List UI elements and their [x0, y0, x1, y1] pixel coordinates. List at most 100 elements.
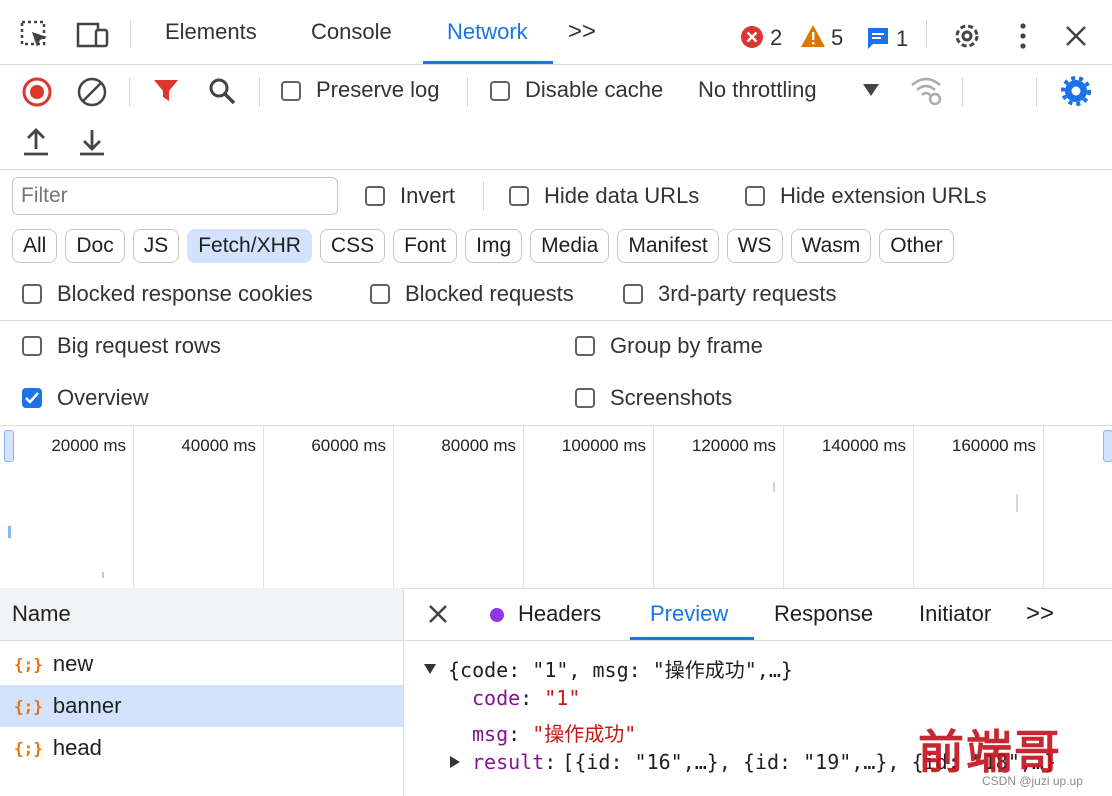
import-har-icon[interactable] [22, 127, 50, 157]
inspect-element-icon[interactable] [20, 20, 50, 50]
big-request-rows-checkbox[interactable] [22, 336, 42, 356]
hide-extension-urls-checkbox[interactable] [745, 186, 765, 206]
preview-summary[interactable]: {code: "1", msg: "操作成功",…} [448, 654, 793, 683]
expand-triangle-icon[interactable] [448, 755, 462, 769]
more-tabs-button[interactable]: >> [568, 0, 596, 64]
request-name: banner [52, 693, 122, 718]
tab-network[interactable]: Network [447, 0, 528, 64]
clear-icon[interactable] [77, 77, 107, 107]
tab-elements[interactable]: Elements [165, 0, 257, 64]
timeline-request-bar [773, 482, 775, 492]
request-name: head [52, 735, 102, 760]
request-row[interactable]: {;} banner [0, 685, 403, 727]
tab-response[interactable]: Response [774, 601, 873, 627]
devtools-tabbar: Elements Console Network >> 2 5 1 [0, 0, 1112, 65]
invert-checkbox[interactable] [365, 186, 385, 206]
timeline-gridline [523, 426, 524, 588]
message-count[interactable]: 1 [896, 26, 908, 52]
network-toolbar: Preserve log Disable cache No throttling [0, 65, 1112, 170]
filter-funnel-icon[interactable] [152, 77, 180, 105]
screenshots-checkbox[interactable] [575, 388, 595, 408]
checkmark-icon [25, 392, 39, 404]
network-settings-gear-icon[interactable] [1060, 75, 1092, 107]
name-column-header[interactable]: Name [0, 601, 71, 627]
settings-gear-icon[interactable] [951, 20, 983, 52]
type-filter-wasm[interactable]: Wasm [790, 229, 872, 263]
disable-cache-label: Disable cache [525, 77, 664, 102]
request-row[interactable]: {;} head [0, 727, 403, 769]
collapse-triangle-icon[interactable] [420, 663, 440, 675]
throttling-select[interactable]: No throttling [698, 77, 817, 103]
blocked-cookies-checkbox[interactable] [22, 284, 42, 304]
error-count[interactable]: 2 [770, 25, 782, 51]
close-devtools-icon[interactable] [1064, 24, 1088, 48]
code-value: "1" [544, 686, 581, 710]
resource-type-filters: All Doc JS Fetch/XHR CSS Font Img Media Manifest… [12, 229, 954, 263]
overview-label: Overview [57, 385, 149, 410]
detail-tabbar: Headers Preview Response Initiator >> [404, 588, 1112, 641]
type-filter-ws[interactable]: WS [726, 229, 783, 263]
tab-initiator[interactable]: Initiator [919, 601, 991, 627]
timeline-tick-label: 160000 ms [951, 436, 1036, 455]
timeline-overview[interactable]: 20000 ms 40000 ms 60000 ms 80000 ms 100000 m… [0, 425, 1112, 589]
network-conditions-icon[interactable] [910, 76, 944, 106]
tab-console[interactable]: Console [311, 0, 392, 64]
overview-checkbox[interactable] [22, 388, 42, 408]
blocked-requests-checkbox[interactable] [370, 284, 390, 304]
type-filter-js[interactable]: JS [132, 229, 180, 263]
tab-headers[interactable]: Headers [518, 601, 601, 627]
screenshots-label: Screenshots [610, 385, 733, 410]
timeline-tick-label: 100000 ms [561, 436, 646, 455]
type-filter-font[interactable]: Font [393, 229, 458, 263]
request-row[interactable]: {;} new [0, 643, 403, 685]
more-detail-tabs-button[interactable]: >> [1026, 600, 1054, 628]
message-icon [866, 26, 890, 50]
more-options-icon[interactable] [1016, 22, 1030, 50]
msg-key: msg [472, 722, 509, 746]
type-filter-manifest[interactable]: Manifest [617, 229, 719, 263]
preserve-log-checkbox[interactable] [281, 81, 301, 101]
big-request-rows-label: Big request rows [57, 333, 221, 358]
fetch-xhr-icon: {;} [14, 654, 43, 674]
group-by-frame-checkbox[interactable] [575, 336, 595, 356]
request-name: new [52, 651, 94, 676]
headers-dot-icon [490, 608, 504, 622]
type-filter-all[interactable]: All [12, 229, 58, 263]
type-filter-fetch-xhr[interactable]: Fetch/XHR [187, 229, 312, 263]
type-filter-doc[interactable]: Doc [65, 229, 125, 263]
timeline-gridline [1043, 426, 1044, 588]
record-stop-icon[interactable] [22, 77, 52, 107]
type-filter-other[interactable]: Other [879, 229, 954, 263]
type-filter-media[interactable]: Media [530, 229, 610, 263]
tab-preview[interactable]: Preview [650, 601, 728, 627]
blocked-requests-label: Blocked requests [405, 281, 574, 306]
timeline-tick-label: 60000 ms [311, 436, 386, 455]
type-filter-img[interactable]: Img [465, 229, 523, 263]
timeline-tick-label: 140000 ms [821, 436, 906, 455]
search-icon[interactable] [207, 76, 237, 106]
type-filter-css[interactable]: CSS [319, 229, 386, 263]
preview-pane: {code: "1", msg: "操作成功",…} code: "1" msg… [420, 652, 1112, 796]
hide-data-urls-label: Hide data URLs [544, 183, 700, 208]
timeline-tick-label: 40000 ms [181, 436, 256, 455]
request-list: Name {;} new {;} banner {;} head [0, 588, 404, 796]
result-key: result [472, 750, 545, 774]
timeline-gridline [653, 426, 654, 588]
device-toolbar-icon[interactable] [76, 22, 110, 50]
filter-input[interactable] [12, 177, 338, 215]
timeline-gridline [393, 426, 394, 588]
hide-data-urls-checkbox[interactable] [509, 186, 529, 206]
msg-value: "操作成功" [532, 722, 637, 746]
close-detail-icon[interactable] [428, 604, 448, 624]
warning-icon [800, 24, 826, 48]
warning-count[interactable]: 5 [831, 25, 843, 51]
timeline-tick-label: 80000 ms [441, 436, 516, 455]
watermark-logo: 前端哥 [918, 725, 1062, 779]
timeline-tick-label: 20000 ms [51, 436, 126, 455]
dropdown-arrow-icon[interactable] [862, 83, 880, 97]
timeline-gridline [783, 426, 784, 588]
third-party-checkbox[interactable] [623, 284, 643, 304]
disable-cache-checkbox[interactable] [490, 81, 510, 101]
code-key: code [472, 686, 521, 710]
export-har-icon[interactable] [78, 127, 106, 157]
